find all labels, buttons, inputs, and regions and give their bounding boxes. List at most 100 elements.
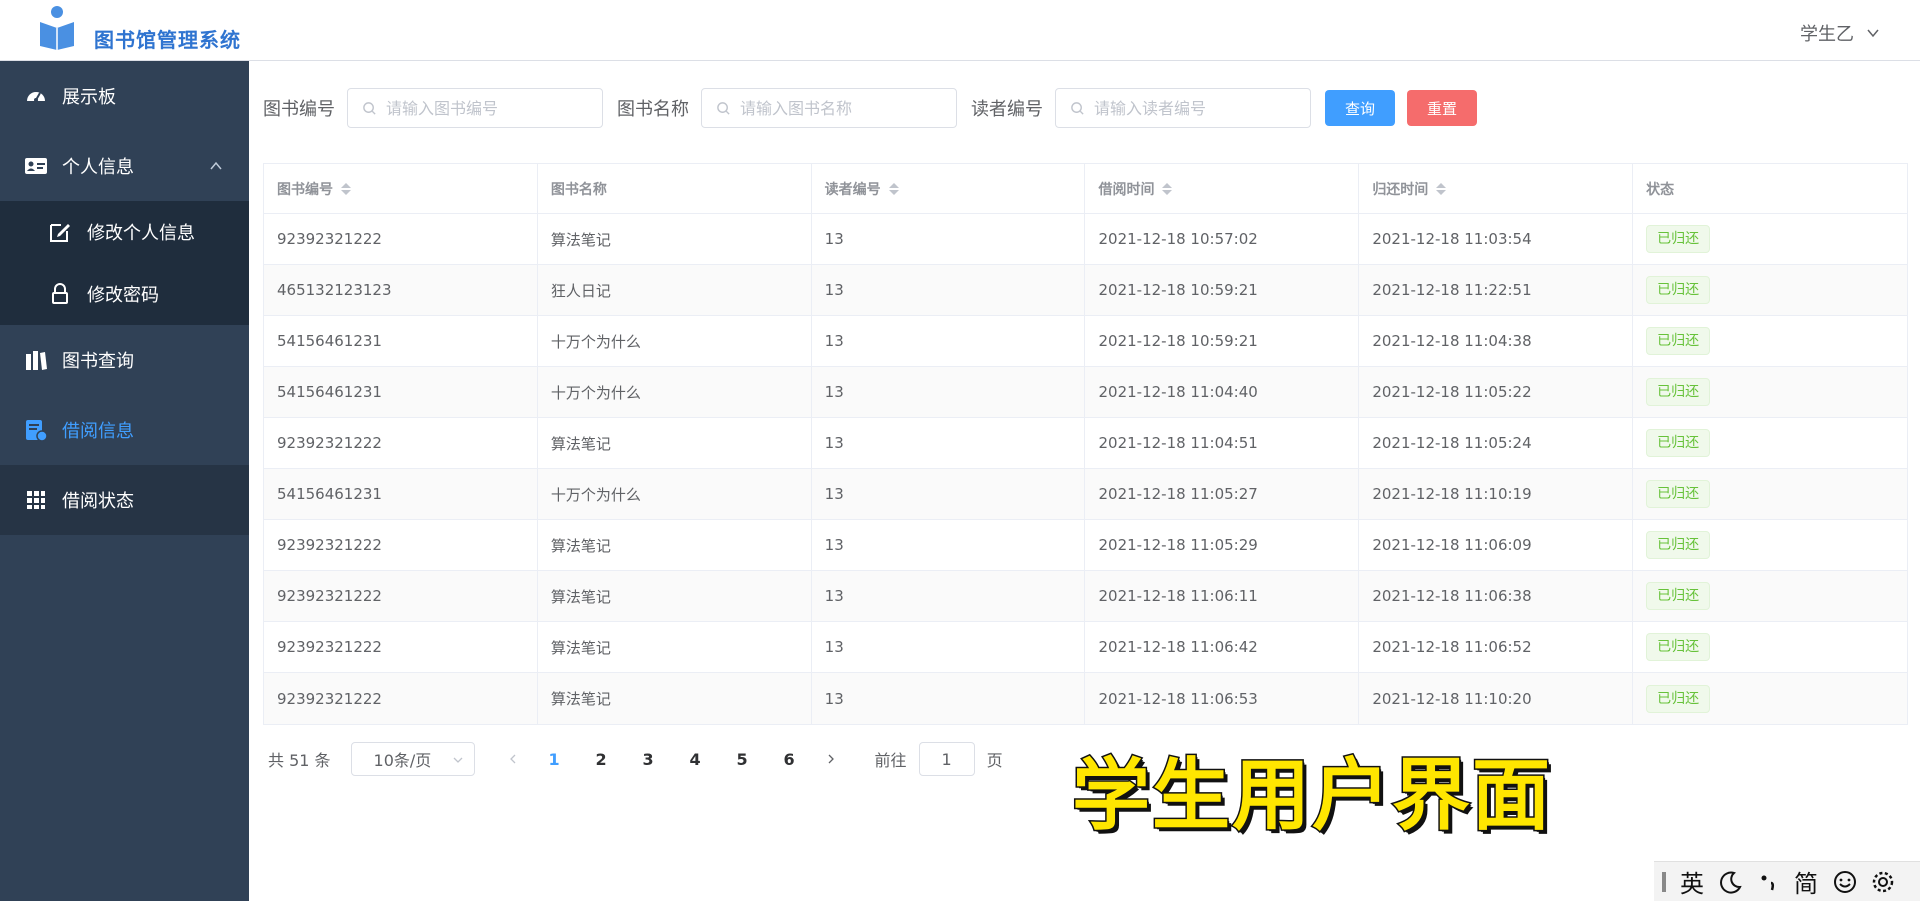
sort-icon[interactable] (1436, 182, 1447, 195)
table-row: 92392321222 算法笔记 13 2021-12-18 11:06:53 2021… (264, 673, 1907, 724)
chevron-down-icon (1867, 29, 1879, 38)
table-cell: 54156461231 (264, 469, 538, 519)
table-body: 92392321222 算法笔记 13 2021-12-18 10:57:02 2021… (264, 214, 1907, 724)
table-cell: 465132123123 (264, 265, 538, 315)
status-badge: 已归还 (1646, 378, 1711, 406)
punctuation-icon[interactable] (1756, 869, 1782, 895)
cell-text: 2021-12-18 11:04:38 (1372, 332, 1532, 350)
dashboard-icon (27, 91, 45, 102)
table-cell: 算法笔记 (538, 571, 812, 621)
user-menu[interactable]: 学生乙 (1800, 20, 1880, 46)
cell-text: 2021-12-18 11:22:51 (1372, 281, 1532, 299)
table-cell: 92392321222 (264, 214, 538, 264)
reader-id-input[interactable] (1056, 89, 1310, 127)
cell-text: 13 (824, 230, 844, 248)
sidebar-item-book-search[interactable]: 图书查询 (0, 325, 249, 395)
prev-page-button[interactable] (495, 750, 531, 769)
cell-text: 十万个为什么 (550, 485, 641, 504)
table-cell: 2021-12-18 11:05:27 (1085, 469, 1360, 519)
table-cell: 已归还 (1633, 520, 1907, 570)
table-cell: 2021-12-18 11:06:38 (1359, 571, 1634, 621)
table-cell: 2021-12-18 10:59:21 (1085, 316, 1360, 366)
ime-language-toggle[interactable]: 英 (1680, 864, 1704, 899)
cell-text: 算法笔记 (550, 587, 611, 606)
sidebar-item-edit-profile[interactable]: 修改个人信息 (0, 201, 249, 263)
cell-text: 92392321222 (277, 638, 382, 656)
table-cell: 92392321222 (264, 418, 538, 468)
sidebar-item-borrow-info[interactable]: 借阅信息 (0, 395, 249, 465)
table-cell: 13 (812, 571, 1086, 621)
page-number[interactable]: 1 (531, 750, 578, 769)
table-cell: 92392321222 (264, 571, 538, 621)
cell-text: 54156461231 (277, 383, 382, 401)
cell-text: 2021-12-18 11:05:24 (1372, 434, 1532, 452)
search-icon (1071, 102, 1084, 115)
page-number[interactable]: 3 (625, 750, 672, 769)
cell-text: 2021-12-18 11:06:09 (1372, 536, 1532, 554)
table-cell: 2021-12-18 11:04:40 (1085, 367, 1360, 417)
book-id-input[interactable] (348, 89, 602, 127)
page-number[interactable]: 6 (766, 750, 813, 769)
status-badge: 已归还 (1646, 531, 1711, 559)
cell-text: 13 (824, 689, 844, 708)
cell-text: 2021-12-18 11:04:51 (1098, 434, 1258, 452)
table-cell: 十万个为什么 (538, 367, 812, 417)
table-cell: 92392321222 (264, 622, 538, 672)
sidebar-item-label: 展示板 (62, 87, 116, 108)
goto-page-input[interactable]: 1 (918, 742, 975, 776)
column-label: 状态 (1646, 181, 1675, 198)
sort-icon[interactable] (1162, 182, 1173, 195)
table-cell: 2021-12-18 11:06:52 (1359, 622, 1634, 672)
table-cell: 13 (812, 367, 1086, 417)
book-name-field[interactable] (701, 88, 957, 128)
sidebar-item-change-password[interactable]: 修改密码 (0, 263, 249, 325)
sidebar-item-dashboard[interactable]: 展示板 (0, 61, 249, 131)
lock-icon (52, 283, 68, 304)
column-label: 借阅时间 (1098, 181, 1155, 198)
reader-id-field[interactable] (1055, 88, 1311, 128)
page-number[interactable]: 5 (719, 750, 766, 769)
emoji-icon[interactable] (1832, 869, 1858, 895)
next-page-button[interactable] (813, 750, 849, 769)
cell-text: 2021-12-18 11:10:20 (1372, 689, 1532, 708)
table-cell: 已归还 (1633, 367, 1907, 417)
gear-icon[interactable] (1870, 869, 1896, 895)
reset-button[interactable]: 重置 (1407, 90, 1477, 126)
page-number[interactable]: 4 (672, 750, 719, 769)
book-name-input[interactable] (702, 89, 956, 127)
chevron-left-icon (509, 754, 516, 763)
page-size-select[interactable]: 10条/页 (350, 742, 475, 776)
status-badge: 已归还 (1646, 276, 1711, 304)
table-cell: 2021-12-18 11:22:51 (1359, 265, 1634, 315)
cell-text: 算法笔记 (550, 690, 611, 708)
id-card-icon (25, 158, 47, 174)
sidebar-item-personal-info[interactable]: 个人信息 (0, 131, 249, 201)
cell-text: 算法笔记 (550, 230, 611, 249)
table-cell: 13 (812, 418, 1086, 468)
book-id-field[interactable] (347, 88, 603, 128)
table-cell: 54156461231 (264, 316, 538, 366)
sort-icon[interactable] (341, 182, 351, 195)
table-cell: 已归还 (1633, 622, 1907, 672)
page-number[interactable]: 2 (578, 750, 625, 769)
column-header-book-id[interactable]: 图书编号 (264, 164, 538, 213)
drag-handle[interactable] (1662, 871, 1666, 892)
cell-text: 2021-12-18 11:10:19 (1372, 485, 1532, 503)
column-header-reader-id[interactable]: 读者编号 (812, 164, 1086, 213)
query-button[interactable]: 查询 (1325, 90, 1395, 126)
sort-icon[interactable] (888, 182, 899, 195)
column-header-borrow-time[interactable]: 借阅时间 (1085, 164, 1360, 213)
moon-icon[interactable] (1718, 869, 1744, 895)
user-name: 学生乙 (1800, 24, 1854, 45)
table-cell: 2021-12-18 11:04:51 (1085, 418, 1360, 468)
cell-text: 算法笔记 (550, 434, 611, 453)
ime-script-toggle[interactable]: 简 (1794, 864, 1818, 899)
table-cell: 2021-12-18 11:10:20 (1359, 673, 1634, 724)
column-header-return-time[interactable]: 归还时间 (1359, 164, 1634, 213)
table-cell: 92392321222 (264, 673, 538, 724)
sidebar-item-label: 借阅状态 (62, 491, 134, 512)
table-row: 54156461231 十万个为什么 13 2021-12-18 11:05:27 20… (264, 469, 1907, 520)
sidebar-item-borrow-status[interactable]: 借阅状态 (0, 465, 249, 535)
table-cell: 已归还 (1633, 571, 1907, 621)
chevron-down-icon (453, 757, 463, 763)
